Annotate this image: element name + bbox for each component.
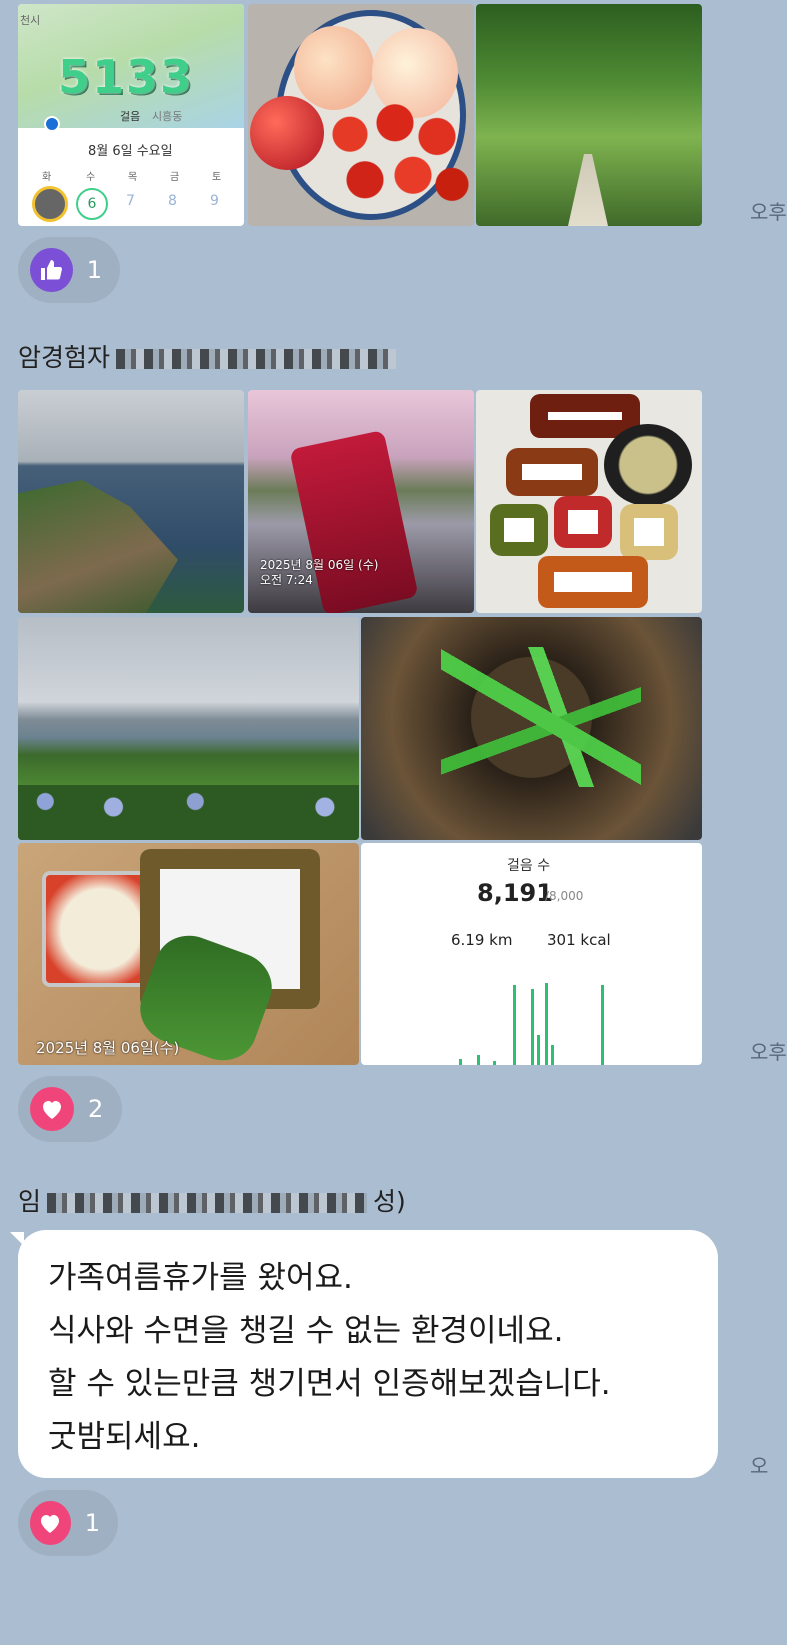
- photo-stamp-date: 2025년 8월 06일 (수): [260, 558, 379, 572]
- photo-timestamp: 2025년 8월 06일 (수) 오전 7:24: [260, 558, 378, 588]
- path: [568, 154, 608, 226]
- bar: [601, 985, 604, 1065]
- sender-name-suffix: 성): [373, 1187, 406, 1216]
- peach-1: [294, 26, 374, 110]
- message-line-3: 할 수 있는만큼 챙기면서 인증해보겠습니다.: [48, 1366, 611, 1402]
- redacted-name: [47, 1193, 368, 1213]
- weekday-0: 화: [42, 172, 52, 183]
- weekday-2: 목: [128, 172, 138, 183]
- bar: [551, 1045, 554, 1065]
- message-line-4: 굿밤되세요.: [48, 1419, 201, 1455]
- steps-distance: 6.19 km: [451, 931, 513, 949]
- noodle-dish-photo[interactable]: [361, 617, 702, 840]
- message3-time: 오: [750, 1454, 769, 1478]
- reaction-count: 2: [88, 1095, 104, 1123]
- meal-table-photo[interactable]: 2025년 8월 06일(수): [18, 843, 359, 1065]
- island-view-photo[interactable]: [18, 617, 359, 840]
- reaction-thumbs-up[interactable]: 1: [18, 237, 120, 303]
- weekday-1: 수: [86, 172, 96, 183]
- message1-time: 오후: [750, 200, 787, 224]
- thumbs-up-icon: [30, 248, 73, 292]
- today-avatar: [32, 186, 68, 222]
- drink-pouch-photo[interactable]: 2025년 8월 06일 (수) 오전 7:24: [248, 390, 474, 613]
- redacted-name: [116, 349, 397, 369]
- bar: [545, 983, 548, 1065]
- step-mode: 걸음: [120, 110, 141, 123]
- heart-icon: [30, 1501, 71, 1545]
- day-8: 8: [168, 193, 177, 209]
- green-onions: [441, 647, 641, 787]
- steps-title: 걸음 수: [507, 858, 551, 874]
- message-line-2: 식사와 수면을 챙길 수 없는 환경이네요.: [48, 1313, 564, 1349]
- reaction-heart-2[interactable]: 1: [18, 1490, 118, 1556]
- day-9: 9: [210, 193, 219, 209]
- heart-icon: [30, 1087, 74, 1131]
- cliff: [18, 480, 178, 613]
- side-dishes-photo[interactable]: [476, 390, 702, 613]
- step-tracker-photo[interactable]: 천시 시 5133 걸음 시흥동 8월 6일 수요일 화 수 목 금 토 6 7…: [18, 4, 244, 226]
- weekday-3: 금: [170, 172, 180, 183]
- sender-name-prefix: 임: [18, 1187, 42, 1216]
- step-district: 시흥동: [152, 110, 183, 123]
- steps-calories: 301 kcal: [547, 931, 611, 949]
- dish-4: [554, 496, 612, 548]
- apple: [250, 96, 324, 170]
- photo-stamp-time: 오전 7:24: [260, 573, 313, 587]
- message-line-1: 가족여름휴가를 왔어요.: [48, 1260, 353, 1296]
- reaction-count: 1: [84, 1509, 100, 1537]
- bar: [459, 1059, 462, 1065]
- steps-summary-photo[interactable]: 걸음 수 8,191 /8,000 6.19 km 301 kcal: [361, 843, 702, 1065]
- soup-bowl: [604, 424, 692, 506]
- sender-name-text: 암경험자: [18, 343, 111, 372]
- location-dot: [44, 116, 60, 132]
- photo-timestamp-2: 2025년 8월 06일(수): [36, 1039, 180, 1057]
- week-calendar: 화 수 목 금 토 6 7 8 9: [26, 168, 242, 224]
- fruit-plate-photo[interactable]: [248, 4, 474, 226]
- weekday-4: 토: [212, 172, 222, 183]
- dish-5: [620, 504, 678, 560]
- bar: [531, 989, 534, 1065]
- forest-path-photo[interactable]: [476, 4, 702, 226]
- map-place-left: 천시: [20, 14, 41, 27]
- steps-goal: /8,000: [545, 889, 584, 903]
- reaction-count: 1: [86, 256, 102, 284]
- reaction-heart[interactable]: 2: [18, 1076, 122, 1142]
- dish-2: [506, 448, 598, 496]
- step-date: 8월 6일 수요일: [88, 144, 173, 159]
- tomatoes: [320, 100, 470, 214]
- dish-3: [490, 504, 548, 556]
- bar: [513, 985, 516, 1065]
- day-6: 6: [76, 188, 108, 220]
- bar: [493, 1061, 496, 1065]
- sea-cliff-photo[interactable]: [18, 390, 244, 613]
- dish-6: [538, 556, 648, 608]
- sender-name-2[interactable]: 임 성): [18, 1182, 406, 1218]
- sender-name[interactable]: 암경험자: [18, 338, 397, 374]
- day-7: 7: [126, 193, 135, 209]
- message2-time: 오후: [750, 1040, 787, 1064]
- step-count: 5133: [58, 50, 195, 104]
- steps-bar-chart: [381, 973, 681, 1065]
- steps-value: 8,191: [477, 879, 553, 907]
- message-bubble[interactable]: 가족여름휴가를 왔어요. 식사와 수면을 챙길 수 없는 환경이네요. 할 수 …: [18, 1230, 718, 1478]
- bar: [537, 1035, 540, 1065]
- bar: [477, 1055, 480, 1065]
- hydrangeas: [18, 785, 359, 840]
